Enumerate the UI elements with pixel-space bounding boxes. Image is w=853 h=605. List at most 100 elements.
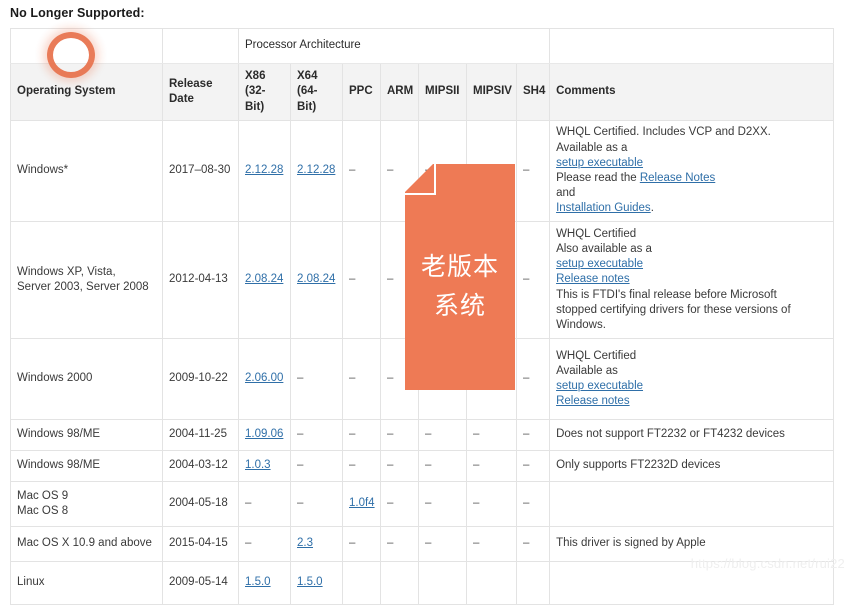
cell-operating-system: Windows* bbox=[10, 120, 163, 222]
x86-version-link[interactable]: 1.5.0 bbox=[245, 576, 271, 588]
cell-ppc: – bbox=[342, 419, 381, 451]
cell-release-date: 2012-04-13 bbox=[162, 221, 239, 339]
column-header-sh4: SH4 bbox=[515, 63, 551, 121]
comment-text: Windows. bbox=[556, 318, 606, 331]
cell-release-date: 2004-05-18 bbox=[162, 481, 239, 527]
cell-operating-system: Windows 98/ME bbox=[10, 450, 163, 482]
comment-link[interactable]: Release Notes bbox=[640, 172, 715, 184]
table-row: Windows 98/ME 2004-11-25 1.09.06– – – – – – Does… bbox=[10, 419, 835, 451]
cell-comments: WHQL Certified Also available as a setup e… bbox=[549, 221, 835, 339]
cell-arm: – bbox=[380, 526, 419, 562]
column-header-x86: X86 (32- Bit) bbox=[238, 63, 291, 121]
x86-version-link[interactable]: 2.12.28 bbox=[245, 164, 283, 176]
cell-mipsiv: – bbox=[466, 120, 517, 222]
x86-version-link[interactable]: 1.09.06 bbox=[245, 428, 283, 440]
column-header-comments: Comments bbox=[549, 63, 835, 121]
cell-mipsii: – bbox=[418, 450, 467, 482]
comment-link[interactable]: setup executable bbox=[556, 157, 643, 169]
table-header-row: Operating System Release Date X86 (32- B… bbox=[10, 63, 835, 121]
table-row: Mac OS 9 Mac OS 8 2004-05-18– –1.0f4– – – – bbox=[10, 481, 835, 527]
cell-comments: WHQL Certified. Includes VCP and D2XX. Av… bbox=[549, 120, 835, 222]
cell-x86: 2.12.28 bbox=[238, 120, 291, 222]
comment-text: and bbox=[556, 187, 576, 200]
cell-comments: Does not support FT2232 or FT4232 device… bbox=[549, 419, 835, 451]
cell-comments bbox=[549, 481, 835, 527]
comment-link[interactable]: setup executable bbox=[556, 380, 643, 392]
cell-ppc: – bbox=[342, 526, 381, 562]
cell-x64: 2.08.24 bbox=[290, 221, 343, 339]
x64-version-link[interactable]: 2.3 bbox=[297, 537, 313, 549]
cell-comments: Only supports FT2232D devices bbox=[549, 450, 835, 482]
cell-operating-system: Mac OS 9 Mac OS 8 bbox=[10, 481, 163, 527]
cell-release-date: 2009-10-22 bbox=[162, 338, 239, 420]
cell-sh4: – bbox=[515, 221, 551, 339]
comment-text: WHQL Certified bbox=[556, 349, 637, 362]
column-header-operating-system: Operating System bbox=[10, 63, 163, 121]
x64-line1: X64 bbox=[297, 70, 318, 83]
cell-mipsiv bbox=[466, 561, 517, 605]
table-row: Windows XP, Vista, Server 2003, Server 20… bbox=[10, 221, 835, 339]
x64-version-link[interactable]: 2.08.24 bbox=[297, 273, 335, 285]
table-row: Mac OS X 10.9 and above 2015-04-15–2.3– – –… bbox=[10, 526, 835, 562]
comment-text: Also available as a bbox=[556, 243, 652, 256]
cell-mipsii bbox=[418, 561, 467, 605]
cell-mipsiv: – bbox=[466, 338, 517, 420]
cell-x64: – bbox=[290, 481, 343, 527]
cell-x64: 1.5.0 bbox=[290, 561, 343, 605]
cell-mipsii: – bbox=[418, 221, 467, 339]
cell-x86: 1.09.06 bbox=[238, 419, 291, 451]
cell-arm: – bbox=[380, 450, 419, 482]
comment-text: This driver is signed by Apple bbox=[556, 537, 706, 550]
column-header-mipsiv: MIPSIV bbox=[466, 63, 517, 121]
group-header-blank-date bbox=[162, 28, 239, 64]
cell-sh4: – bbox=[515, 481, 551, 527]
x86-line2: (32- bbox=[245, 85, 266, 98]
cell-mipsiv: – bbox=[466, 526, 517, 562]
cell-release-date: 2004-11-25 bbox=[162, 419, 239, 451]
comment-link[interactable]: Release notes bbox=[556, 395, 630, 407]
cell-ppc: – bbox=[342, 338, 381, 420]
comment-text: Available as a bbox=[556, 141, 628, 154]
cell-comments: WHQL Certified Available as setup executab… bbox=[549, 338, 835, 420]
page-title: No Longer Supported: bbox=[10, 6, 145, 20]
comment-text: This is FTDI's final release before Micr… bbox=[556, 288, 777, 301]
cell-x86: 2.06.00 bbox=[238, 338, 291, 420]
driver-table: Processor Architecture Operating System … bbox=[10, 28, 835, 605]
cell-sh4: – bbox=[515, 450, 551, 482]
x64-version-link[interactable]: 1.5.0 bbox=[297, 576, 323, 588]
cell-arm: – bbox=[380, 481, 419, 527]
cell-sh4: – bbox=[515, 419, 551, 451]
driver-table-container: Processor Architecture Operating System … bbox=[10, 28, 835, 605]
cell-sh4: – bbox=[515, 120, 551, 222]
x86-version-link[interactable]: 2.08.24 bbox=[245, 273, 283, 285]
x86-line1: X86 bbox=[245, 70, 266, 83]
cell-release-date: 2009-05-14 bbox=[162, 561, 239, 605]
comment-link[interactable]: Installation Guides bbox=[556, 202, 651, 214]
cell-mipsiv: – bbox=[466, 419, 517, 451]
cell-operating-system: Windows 98/ME bbox=[10, 419, 163, 451]
cell-x64: 2.12.28 bbox=[290, 120, 343, 222]
cell-arm: – bbox=[380, 338, 419, 420]
cell-operating-system: Mac OS X 10.9 and above bbox=[10, 526, 163, 562]
group-header-blank-comments bbox=[549, 28, 835, 64]
cell-x86: 2.08.24 bbox=[238, 221, 291, 339]
x64-line2: (64- bbox=[297, 85, 318, 98]
comment-text: WHQL Certified bbox=[556, 227, 637, 240]
comment-text: . bbox=[650, 202, 654, 215]
comment-link[interactable]: Release notes bbox=[556, 273, 630, 285]
x86-version-link[interactable]: 2.06.00 bbox=[245, 372, 283, 384]
x86-version-link[interactable]: 1.0.3 bbox=[245, 459, 271, 471]
x64-version-link[interactable]: 2.12.28 bbox=[297, 164, 335, 176]
table-body: Windows* 2017–08-30 2.12.28 2.12.28– – – – – WHQ… bbox=[10, 120, 835, 605]
cell-sh4 bbox=[515, 561, 551, 605]
cell-mipsiv: – bbox=[466, 481, 517, 527]
cell-x86: – bbox=[238, 526, 291, 562]
cell-mipsii: – bbox=[418, 526, 467, 562]
cell-sh4: – bbox=[515, 526, 551, 562]
ppc-version-link[interactable]: 1.0f4 bbox=[349, 497, 375, 509]
cell-ppc: – bbox=[342, 221, 381, 339]
table-group-header-row: Processor Architecture bbox=[10, 28, 835, 64]
column-header-mipsii: MIPSII bbox=[418, 63, 467, 121]
comment-link[interactable]: setup executable bbox=[556, 258, 643, 270]
comment-text: Please read the bbox=[556, 172, 640, 184]
